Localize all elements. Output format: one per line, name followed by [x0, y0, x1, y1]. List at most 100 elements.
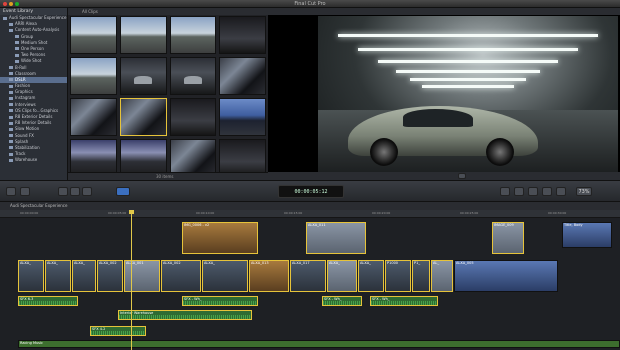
ruler-tick: 00:00:25:00: [460, 211, 479, 215]
event-icon: [9, 72, 13, 76]
effects-browser-icon[interactable]: [500, 187, 510, 196]
clip-label: ALXA_: [204, 261, 215, 265]
ruler-tick: 00:00:10:00: [196, 211, 215, 215]
event-icon: [9, 84, 13, 88]
import-icon[interactable]: [6, 187, 16, 196]
primary-clip[interactable]: ALXA_: [72, 260, 96, 292]
append-clip-icon[interactable]: [82, 187, 92, 196]
primary-clip[interactable]: ALXA_: [327, 260, 357, 292]
primary-clip[interactable]: ALXA_: [18, 260, 44, 292]
playhead[interactable]: [129, 210, 134, 350]
clip-thumbnail[interactable]: [219, 16, 266, 54]
event-list: Audi Spectacular Experience ARRI Alexa Con…: [0, 15, 67, 164]
clip-thumbnail[interactable]: [70, 57, 117, 95]
music-clip[interactable]: Racing Music: [18, 340, 620, 348]
clip-label: SFX - Wh_: [372, 297, 390, 301]
event-item[interactable]: Warehouse: [0, 157, 67, 163]
primary-clip[interactable]: ALXA_017: [290, 260, 326, 292]
clip-thumbnail[interactable]: [219, 57, 266, 95]
clip-thumbnail[interactable]: [219, 98, 266, 136]
event-item[interactable]: Content Auto-Analysis: [0, 27, 67, 33]
event-icon: [15, 47, 19, 51]
primary-clip[interactable]: ALXA_001: [124, 260, 160, 292]
connected-clip[interactable]: ALXA_011: [306, 222, 366, 254]
viewer-controls: [268, 172, 620, 180]
clip-label: SFX 4.2: [92, 327, 106, 331]
primary-clip[interactable]: ALXA_002: [161, 260, 201, 292]
clip-thumbnail[interactable]: [119, 57, 167, 95]
clip-thumbnail[interactable]: [119, 16, 167, 54]
event-icon: [9, 152, 13, 156]
viewer: [268, 8, 620, 180]
zoom-level[interactable]: 73%: [576, 187, 592, 196]
primary-clip[interactable]: P1_: [412, 260, 430, 292]
audio-clip[interactable]: SFX - Wh_: [370, 296, 438, 306]
photos-icon[interactable]: [514, 187, 524, 196]
event-item-label: ARRI Alexa: [15, 21, 37, 27]
event-icon: [9, 78, 13, 82]
clip-thumbnail[interactable]: [70, 98, 117, 136]
audio-clip[interactable]: Interior Warehouse: [118, 310, 252, 320]
clip-thumbnail[interactable]: [169, 57, 217, 95]
event-library-header: Event Library: [0, 8, 67, 15]
generators-icon[interactable]: [542, 187, 552, 196]
clip-label: Title, Body: [564, 223, 583, 227]
browser-item-count: 30 items: [156, 174, 174, 179]
primary-clip[interactable]: ALXA_013: [249, 260, 289, 292]
event-item-label: Stabilization: [15, 144, 40, 150]
event-icon: [9, 103, 13, 107]
clip-label: ALXA_: [20, 261, 31, 265]
primary-clip[interactable]: ALXA_: [358, 260, 384, 292]
browser-footer: 30 items: [68, 172, 268, 180]
play-icon[interactable]: [458, 173, 466, 179]
clip-thumbnail[interactable]: [169, 16, 217, 54]
keyword-icon[interactable]: [20, 187, 30, 196]
insert-clip-icon[interactable]: [70, 187, 80, 196]
audio-clip[interactable]: SFX 4.2: [90, 326, 146, 336]
primary-clip[interactable]: ALXA_005: [454, 260, 558, 292]
themes-icon[interactable]: [556, 187, 566, 196]
clip-label: ALXA_005: [456, 261, 474, 265]
event-item-label: DSLR: [15, 76, 26, 82]
primary-clip[interactable]: ALXA_: [202, 260, 248, 292]
ruler-tick: 00:00:00:00: [20, 211, 39, 215]
event-icon: [15, 53, 19, 57]
clip-label: ALXA_002: [163, 261, 181, 265]
timecode-display[interactable]: 00:00:05:12: [278, 185, 344, 198]
primary-clip[interactable]: AL_: [431, 260, 453, 292]
connected-clip[interactable]: Title, Body: [562, 222, 612, 248]
clip-label: SFX - Wh_: [184, 297, 202, 301]
event-item-label: Graphics: [15, 89, 33, 95]
event-icon: [9, 134, 13, 138]
primary-clip[interactable]: P1000: [385, 260, 411, 292]
clip-thumbnail[interactable]: [70, 16, 117, 54]
primary-clip[interactable]: ALXA_002: [97, 260, 123, 292]
audio-clip[interactable]: SFX - Wh_: [322, 296, 362, 306]
clip-label: IMAGE_009: [494, 223, 514, 227]
event-item-label: Group: [21, 33, 34, 39]
clip-thumbnail[interactable]: [169, 98, 217, 136]
clip-label: SFX 6.3: [20, 297, 34, 301]
connect-clip-icon[interactable]: [58, 187, 68, 196]
event-item-label: Medium Shot: [21, 39, 48, 45]
viewer-frame: [318, 16, 618, 172]
ceiling-light: [410, 78, 526, 81]
audio-clip[interactable]: SFX - Wh_: [182, 296, 258, 306]
select-tool-icon[interactable]: [116, 187, 130, 196]
audio-clip[interactable]: SFX 6.3: [18, 296, 78, 306]
connected-clip[interactable]: IMAGE_009: [492, 222, 524, 254]
connected-clip[interactable]: IMG_0006 - v2: [182, 222, 258, 254]
clip-label: ALXA_: [74, 261, 85, 265]
event-icon: [9, 115, 13, 119]
titles-icon[interactable]: [528, 187, 538, 196]
timeline-ruler[interactable]: 00:00:00:00 00:00:05:00 00:00:10:00 00:00:1…: [0, 210, 620, 218]
window-title: Final Cut Pro: [294, 1, 326, 7]
event-item-label: R8 Interior Details: [15, 120, 52, 126]
event-icon: [9, 146, 13, 150]
event-library: Event Library Audi Spectacular Experienc…: [0, 8, 68, 180]
event-icon: [9, 140, 13, 144]
clip-label: IMG_0006 - v2: [184, 223, 210, 227]
ceiling-light: [422, 85, 514, 88]
clip-thumbnail-selected[interactable]: [119, 98, 167, 136]
primary-clip[interactable]: ALXA_: [45, 260, 71, 292]
